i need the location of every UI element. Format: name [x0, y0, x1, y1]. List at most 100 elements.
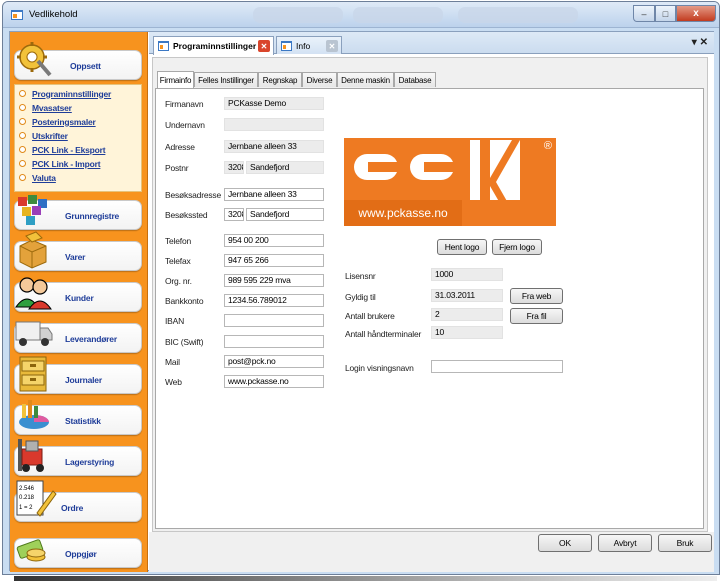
leverandorer-icon [15, 321, 53, 346]
app-icon [11, 10, 23, 20]
close-document-icon[interactable]: ✕ [700, 37, 708, 48]
lisensnr-field[interactable]: 1000 [431, 268, 503, 281]
besoksadresse-field[interactable]: Jernbane alleen 33 [224, 188, 324, 201]
tab-firmainfo[interactable]: Firmainfo [157, 71, 194, 88]
nav-oppgjor-label: Oppgjør [65, 549, 97, 559]
web-field[interactable]: www.pckasse.no [224, 375, 324, 388]
bullet-icon [19, 118, 26, 125]
grunnregistre-icon [18, 195, 47, 225]
tab-database[interactable]: Database [394, 72, 436, 87]
nav-lagerstyring[interactable]: Lagerstyring [14, 439, 142, 476]
ordre-icon-text: 0.218 [19, 495, 35, 501]
nav-varer[interactable]: Varer [14, 231, 142, 271]
telefax-label: Telefax [165, 256, 191, 266]
bruk-button[interactable]: Bruk [658, 534, 712, 552]
fra-web-button[interactable]: Fra web [510, 288, 563, 304]
nav-statistikk[interactable]: Statistikk [14, 400, 142, 435]
company-logo: ® www.pckasse.no [344, 138, 556, 226]
besoks-postnr-field[interactable]: 3208 [224, 208, 244, 221]
window-icon [158, 41, 169, 51]
bullet-icon [19, 90, 26, 97]
bankkonto-field[interactable]: 1234.56.789012 [224, 294, 324, 307]
bic-field[interactable] [224, 335, 324, 348]
close-tab-icon[interactable]: ✕ [258, 40, 270, 52]
besokssted-label: Besøkssted [165, 210, 208, 220]
undernavn-field[interactable] [224, 118, 324, 131]
terminaler-field[interactable]: 10 [431, 326, 503, 339]
nav-varer-label: Varer [65, 252, 86, 262]
firmanavn-label: Firmanavn [165, 99, 204, 109]
adresse-field[interactable]: Jernbane alleen 33 [224, 140, 324, 153]
close-button[interactable]: x [676, 5, 716, 22]
iban-label: IBAN [165, 316, 185, 326]
document-tab-strip: Programinnstillinger ✕ Info ✕ ▾ ✕ [149, 32, 714, 55]
tab-diverse[interactable]: Diverse [302, 72, 337, 87]
brukere-label: Antall brukere [345, 311, 395, 321]
statistikk-icon [19, 400, 49, 429]
nav-kunder[interactable]: Kunder [14, 277, 142, 312]
terminaler-label: Antall håndterminaler [345, 329, 422, 339]
nav-grunnregistre-label: Grunnregistre [65, 211, 120, 221]
mail-label: Mail [165, 357, 180, 367]
telefax-field[interactable]: 947 65 266 [224, 254, 324, 267]
undernavn-label: Undernavn [165, 120, 205, 130]
avbryt-button[interactable]: Avbryt [598, 534, 652, 552]
brukere-field[interactable]: 2 [431, 308, 503, 321]
mail-field[interactable]: post@pck.no [224, 355, 324, 368]
hent-logo-button[interactable]: Hent logo [437, 239, 487, 255]
fra-fil-button[interactable]: Fra fil [510, 308, 563, 324]
nav-leverandorer[interactable]: Leverandører [14, 321, 142, 353]
maximize-button[interactable]: □ [655, 5, 676, 22]
nav-ordre[interactable]: 2.546 0.218 1 = 2 Ordre [14, 480, 142, 522]
logo-url: www.pckasse.no [344, 200, 462, 226]
client-area: Oppsett Programinnstillinger Mvasatser P… [9, 31, 714, 572]
nav-journaler[interactable]: Journaler [14, 356, 142, 394]
iban-field[interactable] [224, 314, 324, 327]
tab-menu-icon[interactable]: ▾ [692, 37, 697, 48]
submenu-item-valuta[interactable]: Valuta [19, 172, 56, 183]
web-label: Web [165, 377, 182, 387]
nav-lagerstyring-label: Lagerstyring [65, 457, 115, 467]
telefon-field[interactable]: 954 00 200 [224, 234, 324, 247]
submenu-item-posteringsmaler[interactable]: Posteringsmaler [19, 116, 96, 127]
firmanavn-field[interactable]: PCKasse Demo [224, 97, 324, 110]
submenu-item-pck-link-import[interactable]: PCK Link - Import [19, 158, 101, 169]
title-ghost [253, 7, 343, 23]
nav-grunnregistre[interactable]: Grunnregistre [14, 195, 142, 230]
submenu-item-programinnstillinger[interactable]: Programinnstillinger [19, 88, 111, 99]
minimize-button[interactable]: – [633, 5, 655, 22]
submenu-item-pck-link-eksport[interactable]: PCK Link - Eksport [19, 144, 106, 155]
tab-programinnstillinger[interactable]: Programinnstillinger ✕ [153, 36, 274, 55]
telefon-label: Telefon [165, 236, 192, 246]
bullet-icon [19, 146, 26, 153]
fjern-logo-button[interactable]: Fjern logo [492, 239, 542, 255]
window-shadow [14, 576, 717, 581]
tab-info[interactable]: Info ✕ [276, 36, 342, 54]
lagerstyring-icon [18, 439, 44, 472]
ok-button[interactable]: OK [538, 534, 592, 552]
pck-logo-graphic [344, 138, 556, 200]
nav-oppsett[interactable]: Oppsett [14, 42, 142, 80]
title-ghost [458, 7, 578, 23]
besokssted-field[interactable]: Sandefjord [246, 208, 324, 221]
tab-regnskap[interactable]: Regnskap [258, 72, 302, 87]
poststed-field[interactable]: Sandefjord [246, 161, 324, 174]
orgnr-field[interactable]: 989 595 229 mva [224, 274, 324, 287]
varer-icon [19, 231, 47, 269]
close-tab-icon[interactable]: ✕ [326, 40, 338, 52]
submenu-label: Mvasatser [32, 102, 72, 113]
tab-denne-maskin[interactable]: Denne maskin [337, 72, 394, 87]
login-field[interactable] [431, 360, 563, 373]
nav-oppsett-label: Oppsett [70, 61, 101, 71]
tab-label: Info [296, 40, 311, 51]
title-bar[interactable]: Vedlikehold – □ x [3, 2, 719, 28]
submenu-item-mvasatser[interactable]: Mvasatser [19, 102, 72, 113]
nav-oppgjor[interactable]: Oppgjør [14, 538, 142, 568]
tab-label: Programinnstillinger [173, 41, 257, 51]
document-area: Programinnstillinger ✕ Info ✕ ▾ ✕ Firmai… [149, 32, 714, 572]
submenu-item-utskrifter[interactable]: Utskrifter [19, 130, 68, 141]
tab-felles-instillinger[interactable]: Felles Instillinger [194, 72, 258, 87]
postnr-field[interactable]: 3208 [224, 161, 244, 174]
gyldig-field[interactable]: 31.03.2011 [431, 289, 503, 302]
window-title: Vedlikehold [29, 9, 78, 20]
